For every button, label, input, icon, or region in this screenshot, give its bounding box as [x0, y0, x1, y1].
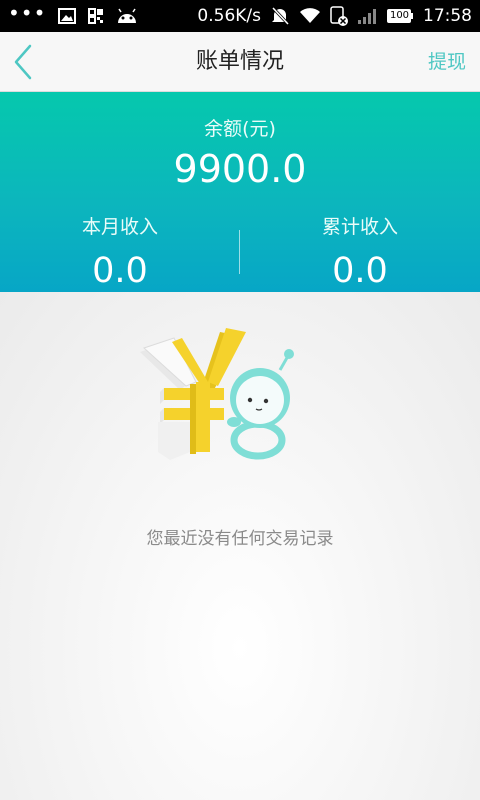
balance-panel: 余额(元) 9900.0 本月收入 0.0 累计收入 0.0 [0, 92, 480, 292]
status-bar-right: 0.56K/s 100 17:58 [197, 6, 472, 26]
total-income-value: 0.0 [332, 251, 388, 291]
monthly-income-value: 0.0 [92, 251, 148, 291]
status-bar: ••• 0.56K/s 100 17:58 [0, 0, 480, 32]
battery-icon: 100 [386, 7, 414, 25]
wifi-icon [299, 8, 321, 24]
monthly-income: 本月收入 0.0 [0, 212, 240, 291]
network-speed: 0.56K/s [197, 6, 261, 26]
qr-icon [88, 8, 104, 24]
mascot-icon [227, 349, 294, 460]
page-title: 账单情况 [195, 49, 284, 74]
battery-level: 100 [389, 10, 410, 21]
total-income: 累计收入 0.0 [240, 212, 480, 291]
more-dots-icon: ••• [8, 1, 47, 25]
yuan-symbol-icon [140, 328, 246, 460]
total-income-label: 累计收入 [321, 216, 398, 238]
image-icon [58, 8, 77, 24]
mute-icon [270, 6, 290, 26]
status-bar-left: ••• [8, 3, 138, 24]
navigation-bar: 账单情况 提现 [0, 32, 480, 92]
withdraw-button[interactable]: 提现 [428, 32, 466, 92]
clock: 17:58 [423, 6, 472, 26]
sim-icon [330, 6, 348, 26]
yuan-mascot-illustration [140, 328, 294, 460]
balance-value: 9900.0 [173, 147, 307, 191]
transaction-list-empty: 您最近没有任何交易记录 [0, 292, 480, 800]
android-icon [116, 8, 138, 24]
empty-message: 您最近没有任何交易记录 [146, 529, 334, 549]
signal-icon [357, 7, 377, 25]
monthly-income-label: 本月收入 [81, 216, 158, 238]
balance-label: 余额(元) [204, 118, 276, 140]
